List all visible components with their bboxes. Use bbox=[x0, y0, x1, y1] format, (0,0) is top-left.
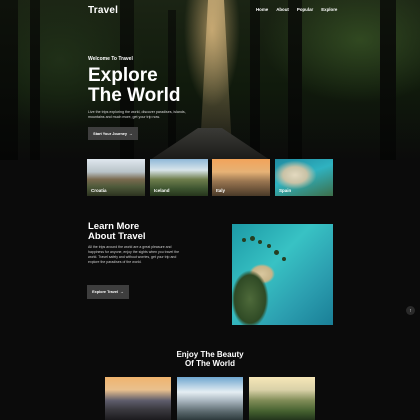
tree-trunk bbox=[288, 0, 302, 160]
main-nav: Home About Popular Explore bbox=[256, 7, 337, 12]
tree-trunk bbox=[30, 0, 40, 160]
gallery-photo[interactable] bbox=[249, 377, 315, 420]
hero-headline-line1: Explore bbox=[88, 65, 158, 86]
arrow-right-icon: → bbox=[120, 290, 124, 294]
sunlight-beam bbox=[200, 0, 232, 150]
about-title: Learn More About Travel bbox=[88, 222, 146, 242]
hero-welcome: Welcome To Travel bbox=[88, 56, 133, 62]
tree-dot bbox=[282, 257, 286, 261]
about-title-line2: About Travel bbox=[88, 231, 146, 242]
hero-headline: Explore The World bbox=[88, 66, 181, 106]
tree-dot bbox=[274, 250, 279, 255]
tree-trunk bbox=[250, 0, 260, 160]
gallery-title-line2: Of The World bbox=[184, 359, 236, 368]
destination-label: Spain bbox=[279, 188, 292, 193]
destination-card-italy[interactable]: Italy bbox=[212, 159, 270, 196]
hero-headline-line2: The World bbox=[88, 85, 181, 106]
explore-travel-button[interactable]: Explore Travel → bbox=[87, 285, 129, 299]
tree-trunk bbox=[380, 0, 396, 160]
nav-home[interactable]: Home bbox=[256, 7, 268, 12]
tree-dot bbox=[258, 240, 262, 244]
start-journey-button[interactable]: Start Your Journey → bbox=[88, 127, 138, 140]
explore-travel-label: Explore Travel bbox=[92, 290, 119, 294]
nav-about[interactable]: About bbox=[276, 7, 289, 12]
site-logo[interactable]: Travel bbox=[88, 5, 118, 16]
scroll-to-top-button[interactable]: ↑ bbox=[406, 306, 415, 315]
destination-label: Iceland bbox=[154, 188, 170, 193]
destination-label: Italy bbox=[216, 188, 226, 193]
gallery-photo[interactable] bbox=[177, 377, 243, 420]
gallery-photo[interactable] bbox=[105, 377, 171, 420]
hero-description: Live the trips exploring the world, disc… bbox=[88, 110, 186, 119]
arrow-right-icon: → bbox=[129, 131, 133, 136]
tree-dot bbox=[267, 244, 271, 248]
nav-explore[interactable]: Explore bbox=[321, 7, 337, 12]
destination-card-croatia[interactable]: Croatia bbox=[87, 159, 145, 196]
nav-popular[interactable]: Popular bbox=[297, 7, 313, 12]
gallery-title-line1: Enjoy The Beauty bbox=[176, 350, 244, 359]
tree-trunk bbox=[0, 0, 18, 160]
arrow-up-icon: ↑ bbox=[409, 307, 412, 314]
start-journey-label: Start Your Journey bbox=[93, 131, 128, 136]
tree-dot bbox=[250, 236, 255, 241]
destination-label: Croatia bbox=[91, 188, 107, 193]
gallery-title: Enjoy The Beauty Of The World bbox=[0, 350, 420, 368]
hero-section: Travel Home About Popular Explore Welcom… bbox=[0, 0, 420, 160]
about-text: All the trips around the world are a gre… bbox=[88, 245, 180, 264]
tree-dot bbox=[242, 238, 246, 242]
destination-card-iceland[interactable]: Iceland bbox=[150, 159, 208, 196]
destination-card-spain[interactable]: Spain bbox=[275, 159, 333, 196]
aerial-island-image bbox=[232, 224, 333, 325]
